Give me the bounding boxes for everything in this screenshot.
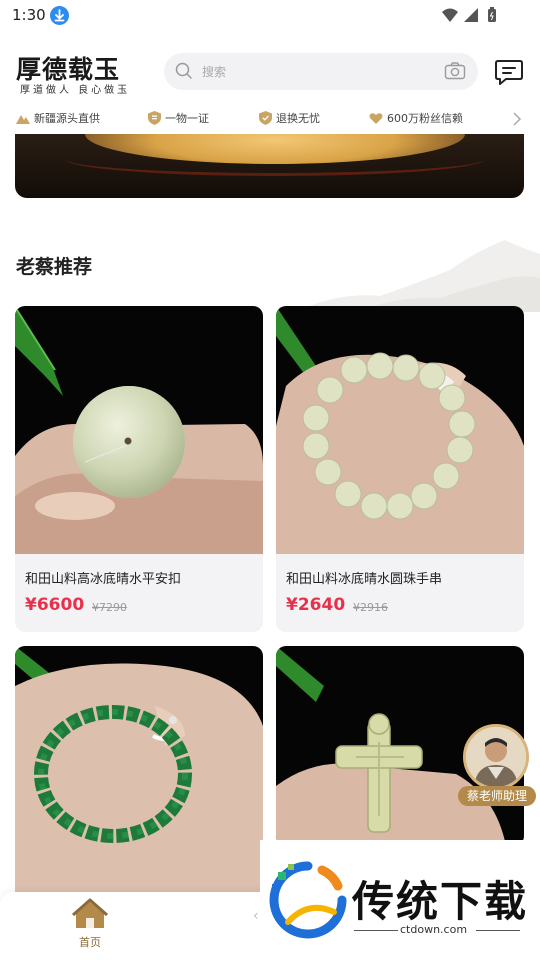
download-icon [50, 6, 69, 25]
assistant-label: 蔡老师助理 [458, 786, 536, 806]
feature-label: 600万粉丝信赖 [387, 112, 463, 125]
product-card[interactable] [15, 646, 263, 906]
chevron-left-icon: ‹ [253, 908, 259, 924]
feature-label: 新疆源头直供 [34, 112, 100, 125]
product-image [276, 306, 524, 554]
section-title: 老蔡推荐 [16, 256, 93, 278]
wifi-icon [442, 8, 458, 22]
search-icon [175, 62, 193, 84]
brand-logo[interactable]: 厚德载玉 厚道做人 良心做玉 [16, 50, 146, 96]
mountain-decoration [300, 240, 540, 312]
feature-item: 新疆源头直供 [16, 109, 100, 127]
watermark-divider [476, 930, 520, 931]
product-price: ¥6600 [25, 595, 85, 615]
assistant-button[interactable]: 蔡老师助理 [458, 724, 536, 808]
product-name: 和田山料高冰底晴水平安扣 [25, 572, 182, 587]
watermark-divider [354, 930, 398, 931]
assistant-avatar [463, 724, 529, 790]
nav-home-label: 首页 [79, 936, 101, 949]
status-icons [440, 6, 504, 30]
feature-label: 退换无忧 [276, 112, 320, 125]
logo-slogan: 厚道做人 良心做玉 [20, 85, 131, 96]
search-input[interactable]: 搜索 [164, 53, 478, 90]
nav-home[interactable]: 首页 [70, 898, 110, 949]
chevron-right-icon[interactable] [512, 111, 522, 130]
feature-label: 一物一证 [165, 112, 209, 125]
feature-strip: 新疆源头直供 一物一证 退换无忧 600万粉丝信赖 [0, 104, 540, 132]
certificate-icon [148, 111, 161, 125]
message-icon [494, 60, 524, 90]
watermark: 传统下载 ctdown.com [260, 840, 540, 960]
product-image [15, 646, 263, 894]
product-original-price: ¥7290 [92, 601, 127, 614]
status-time: 1:30 [12, 6, 46, 24]
mountain-icon [16, 115, 30, 124]
watermark-url: ctdown.com [400, 923, 468, 936]
heart-hand-icon [369, 112, 383, 124]
search-placeholder: 搜索 [202, 65, 227, 79]
product-price: ¥2640 [286, 595, 346, 615]
shield-icon [259, 111, 272, 125]
feature-item: 600万粉丝信赖 [369, 109, 463, 127]
status-bar: 1:30 [0, 0, 540, 32]
feature-item: 退换无忧 [259, 109, 320, 127]
message-button[interactable] [494, 58, 524, 86]
app-header: 厚德载玉 厚道做人 良心做玉 搜索 [0, 38, 540, 104]
product-card[interactable]: 和田山料冰底晴水圆珠手串 ¥2640 ¥2916 [276, 306, 524, 632]
home-icon [70, 898, 110, 934]
watermark-title: 传统下载 [352, 877, 529, 926]
feature-item: 一物一证 [148, 109, 209, 127]
camera-icon[interactable] [444, 61, 466, 85]
signal-icon [464, 8, 478, 22]
banner-tray [65, 142, 485, 176]
product-original-price: ¥2916 [353, 601, 388, 614]
watermark-logo [269, 861, 347, 939]
battery-icon [488, 7, 496, 22]
banner-image[interactable] [15, 134, 524, 198]
product-card[interactable]: 和田山料高冰底晴水平安扣 ¥6600 ¥7290 [15, 306, 263, 632]
product-name: 和田山料冰底晴水圆珠手串 [286, 572, 443, 587]
product-image [15, 306, 263, 554]
